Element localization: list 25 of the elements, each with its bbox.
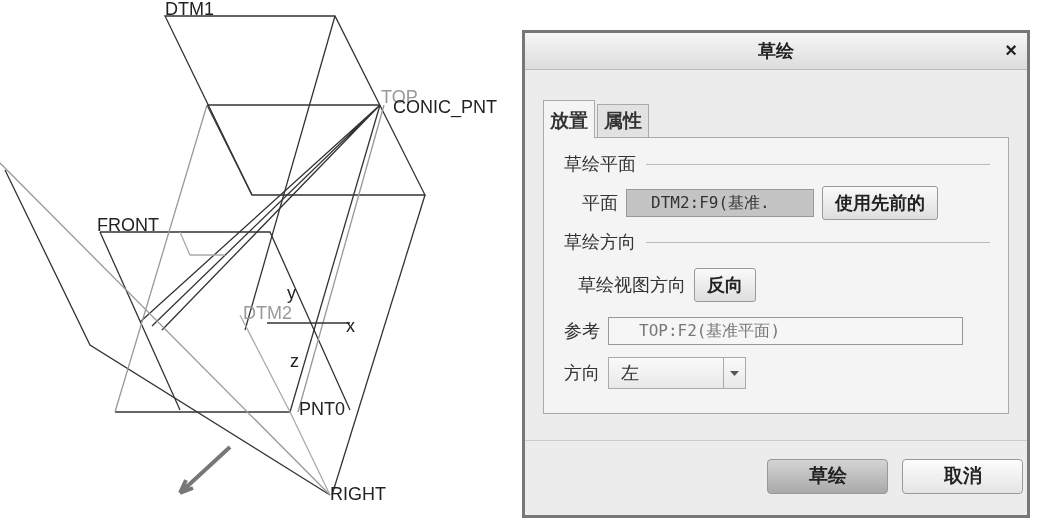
section-heading: 草绘平面: [564, 152, 636, 176]
dialog-button[interactable]: 取消: [902, 458, 1023, 494]
flip-button[interactable]: 反向: [694, 268, 756, 302]
canvas-label: FRONT: [97, 216, 159, 234]
canvas-label: x: [346, 317, 355, 335]
canvas-label: y: [287, 284, 296, 302]
window-title: 草绘: [758, 39, 794, 63]
plane-field[interactable]: DTM2:F9(基准.: [626, 189, 814, 217]
close-button[interactable]: ×: [1001, 39, 1021, 61]
canvas-label: z: [290, 352, 299, 370]
orientation-dropdown[interactable]: 左: [608, 357, 746, 389]
reference-field[interactable]: TOP:F2(基准平面): [608, 317, 963, 345]
tab[interactable]: 属性: [597, 104, 649, 137]
canvas-label: RIGHT: [330, 485, 386, 503]
caret-icon: [730, 370, 739, 376]
field-label: 方向: [564, 361, 600, 385]
canvas-label: DTM1: [165, 0, 214, 18]
dialog-button[interactable]: 草绘: [767, 458, 888, 494]
use-previous-button[interactable]: 使用先前的: [822, 186, 938, 220]
field-label: 平面: [582, 191, 618, 215]
field-label: 草绘视图方向: [578, 273, 686, 297]
canvas-label: PNT0: [299, 400, 345, 418]
field-label: 参考: [564, 319, 600, 343]
section-heading: 草绘方向: [564, 230, 636, 254]
tab[interactable]: 放置: [543, 100, 595, 138]
